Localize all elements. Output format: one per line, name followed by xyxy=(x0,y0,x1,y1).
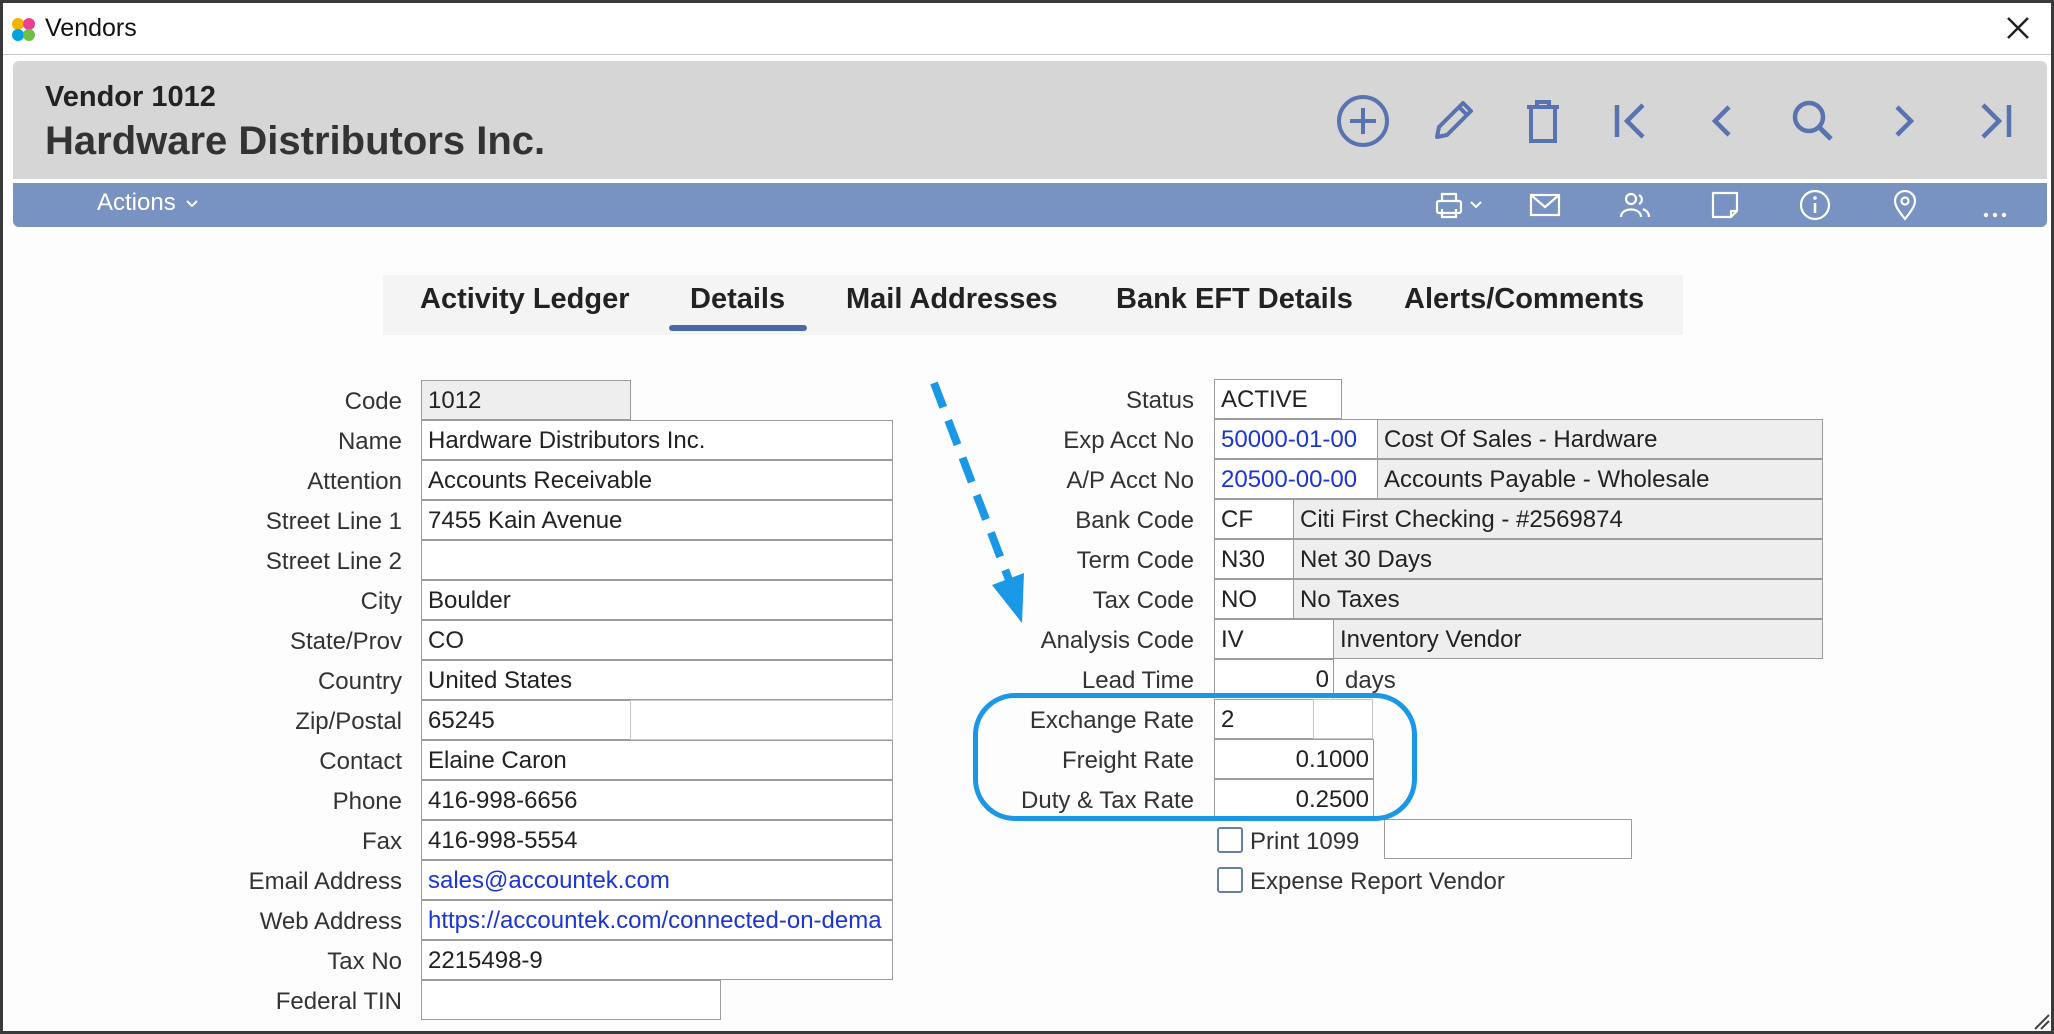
tab-activity-ledger[interactable]: Activity Ledger xyxy=(420,283,630,316)
city-label: City xyxy=(360,588,402,615)
tab-strip: Activity Ledger Details Mail Addresses B… xyxy=(383,275,1683,335)
tin-label: Federal TIN xyxy=(275,988,402,1015)
first-record-icon[interactable] xyxy=(1603,91,1663,151)
phone-label: Phone xyxy=(332,788,402,815)
email-label: Email Address xyxy=(248,868,402,895)
contact-label: Contact xyxy=(319,748,402,775)
active-tab-indicator xyxy=(669,325,807,331)
info-icon[interactable] xyxy=(1797,187,1835,223)
vendors-window: Vendors Vendor 1012 Hardware Distributor… xyxy=(0,0,2054,1034)
analysis-code-field[interactable]: IV xyxy=(1214,619,1334,659)
dashed-arrow-icon xyxy=(930,381,1024,623)
tax-no-field[interactable]: 2215498-9 xyxy=(421,940,893,980)
lead-time-label: Lead Time xyxy=(1081,667,1194,694)
zip-extension-field xyxy=(630,700,893,740)
taxno-label: Tax No xyxy=(327,948,402,975)
edit-icon[interactable] xyxy=(1423,91,1483,151)
fax-label: Fax xyxy=(361,828,402,855)
analysis-code-description: Inventory Vendor xyxy=(1333,619,1823,659)
name-field[interactable]: Hardware Distributors Inc. xyxy=(421,420,893,460)
notes-icon[interactable] xyxy=(1707,187,1745,223)
lead-time-unit: days xyxy=(1345,667,1396,694)
attention-label: Attention xyxy=(307,468,402,495)
city-field[interactable]: Boulder xyxy=(421,580,893,620)
location-icon[interactable] xyxy=(1887,187,1925,223)
tab-mail-addresses[interactable]: Mail Addresses xyxy=(846,283,1058,316)
last-record-icon[interactable] xyxy=(1963,91,2023,151)
exp-acct-label: Exp Acct No xyxy=(1063,427,1194,454)
more-icon[interactable] xyxy=(1977,187,2015,223)
rates-highlight-box xyxy=(973,693,1417,821)
term-code-description: Net 30 Days xyxy=(1293,539,1823,579)
street2-label: Street Line 2 xyxy=(265,548,402,575)
bank-code-description: Citi First Checking - #2569874 xyxy=(1293,499,1823,539)
vendor-number: Vendor 1012 xyxy=(45,81,216,113)
resize-grip-icon[interactable] xyxy=(2029,1009,2051,1031)
actions-label: Actions xyxy=(97,189,176,216)
zip-label: Zip/Postal xyxy=(295,708,402,735)
fax-field[interactable]: 416-998-5554 xyxy=(421,820,893,860)
tab-alerts-comments[interactable]: Alerts/Comments xyxy=(1404,283,1644,316)
web-label: Web Address xyxy=(259,908,402,935)
previous-record-icon[interactable] xyxy=(1693,91,1753,151)
street1-field[interactable]: 7455 Kain Avenue xyxy=(421,500,893,540)
app-logo-icon xyxy=(12,18,35,41)
code-label: Code xyxy=(344,388,402,415)
ap-acct-label: A/P Acct No xyxy=(1066,467,1194,494)
attention-field[interactable]: Accounts Receivable xyxy=(421,460,893,500)
phone-field[interactable]: 416-998-6656 xyxy=(421,780,893,820)
chevron-down-icon xyxy=(186,200,199,208)
tax-code-label: Tax Code xyxy=(1092,587,1194,614)
expense-report-vendor-checkbox[interactable] xyxy=(1217,867,1243,893)
actions-menu[interactable]: Actions xyxy=(97,189,200,217)
state-label: State/Prov xyxy=(289,628,402,655)
print-1099-label: Print 1099 xyxy=(1250,828,1360,855)
exp-acct-field[interactable]: 50000-01-00 xyxy=(1214,419,1378,459)
search-icon[interactable] xyxy=(1783,91,1843,151)
delete-icon[interactable] xyxy=(1513,91,1573,151)
tax-code-description: No Taxes xyxy=(1293,579,1823,619)
tax-code-field[interactable]: NO xyxy=(1214,579,1294,619)
window-title: Vendors xyxy=(45,14,137,42)
street1-label: Street Line 1 xyxy=(265,508,402,535)
print-1099-field[interactable] xyxy=(1384,819,1632,859)
country-field[interactable]: United States xyxy=(421,660,893,700)
email-icon[interactable] xyxy=(1527,187,1565,223)
name-label: Name xyxy=(337,428,402,455)
web-address-field[interactable]: https://accountek.com/connected-on-dema xyxy=(421,900,893,940)
add-icon[interactable] xyxy=(1333,91,1393,151)
country-label: Country xyxy=(317,668,402,695)
federal-tin-field[interactable] xyxy=(421,980,721,1020)
tab-bank-eft-details[interactable]: Bank EFT Details xyxy=(1116,283,1353,316)
close-icon[interactable] xyxy=(2001,11,2035,45)
exp-acct-description: Cost Of Sales - Hardware xyxy=(1377,419,1823,459)
print-1099-checkbox[interactable] xyxy=(1217,827,1243,853)
next-record-icon[interactable] xyxy=(1873,91,1933,151)
tab-details[interactable]: Details xyxy=(690,283,785,316)
title-bar: Vendors xyxy=(3,3,2051,55)
contact-field[interactable]: Elaine Caron xyxy=(421,740,893,780)
zip-field[interactable]: 65245 xyxy=(421,700,631,740)
record-header: Vendor 1012 Hardware Distributors Inc. xyxy=(13,61,2047,179)
status-field[interactable]: ACTIVE xyxy=(1214,379,1342,419)
street2-field[interactable] xyxy=(421,540,893,580)
term-code-field[interactable]: N30 xyxy=(1214,539,1294,579)
term-code-label: Term Code xyxy=(1076,547,1194,574)
email-field[interactable]: sales@accountek.com xyxy=(421,860,893,900)
bank-code-field[interactable]: CF xyxy=(1214,499,1294,539)
code-field: 1012 xyxy=(421,380,631,420)
status-label: Status xyxy=(1125,387,1194,414)
action-bar: Actions xyxy=(13,183,2047,227)
bank-code-label: Bank Code xyxy=(1075,507,1194,534)
analysis-code-label: Analysis Code xyxy=(1040,627,1194,654)
expense-report-vendor-label: Expense Report Vendor xyxy=(1250,868,1505,895)
ap-acct-field[interactable]: 20500-00-00 xyxy=(1214,459,1378,499)
ap-acct-description: Accounts Payable - Wholesale xyxy=(1377,459,1823,499)
printer-icon[interactable] xyxy=(1431,187,1491,223)
vendor-name-title: Hardware Distributors Inc. xyxy=(45,119,546,163)
contacts-icon[interactable] xyxy=(1617,187,1655,223)
state-field[interactable]: CO xyxy=(421,620,893,660)
